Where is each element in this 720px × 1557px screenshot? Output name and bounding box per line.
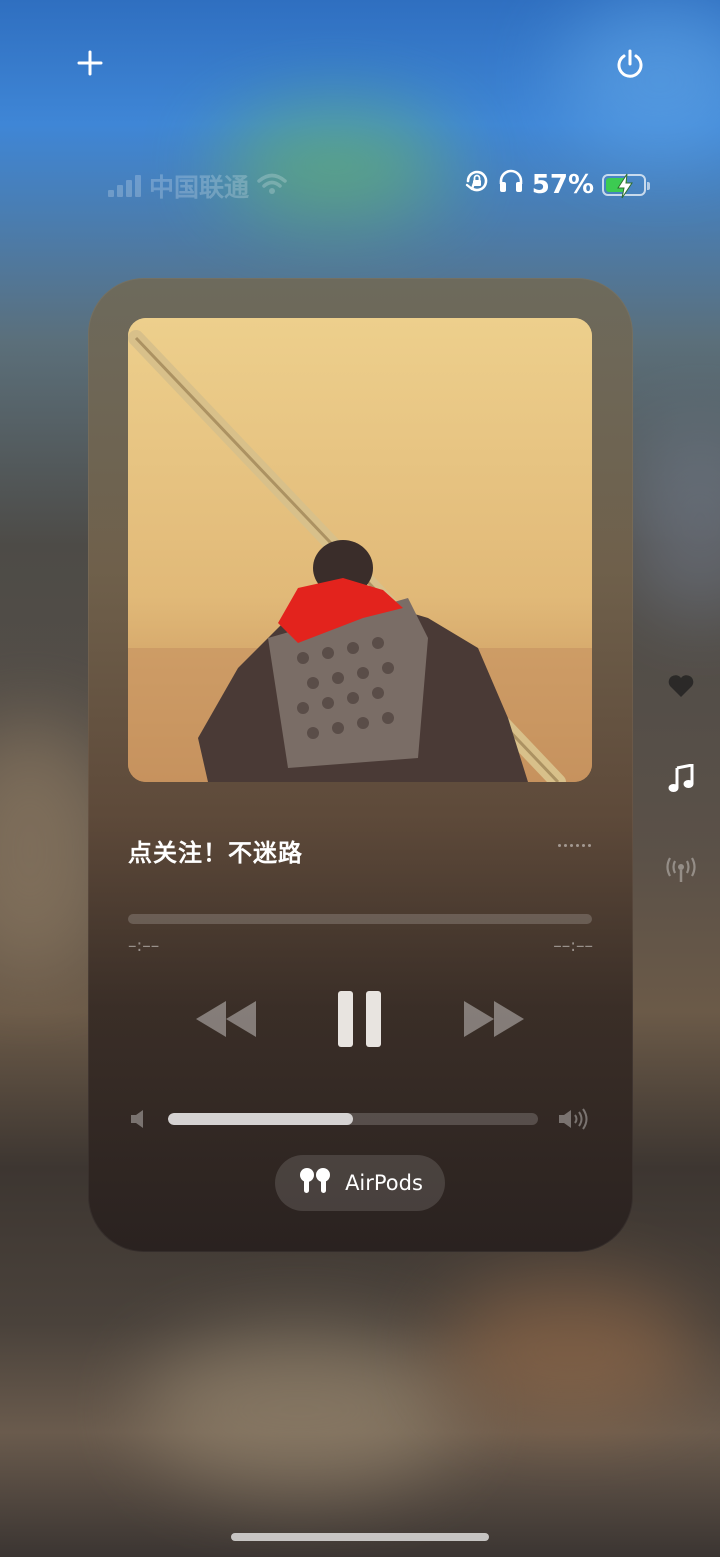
plus-icon[interactable] [70, 43, 110, 83]
album-artwork[interactable] [128, 318, 592, 782]
home-indicator[interactable] [231, 1533, 489, 1541]
carrier-name: 中国联通 [149, 173, 250, 202]
elapsed-time: –:–– [128, 936, 160, 956]
fast-forward-icon[interactable] [456, 990, 532, 1048]
signal-bars-icon [108, 175, 141, 197]
music-note-icon[interactable] [660, 758, 702, 800]
power-icon[interactable] [610, 44, 650, 84]
headphones-icon [498, 168, 524, 201]
track-title: 点关注！不迷路 [128, 839, 303, 867]
status-indicators: 57% [464, 168, 650, 201]
rotation-lock-icon [464, 168, 490, 201]
playback-progress-bar[interactable] [128, 914, 592, 924]
now-playing-card: 点关注！不迷路 –:–– ––:–– AirPods [88, 278, 633, 1252]
broadcast-icon[interactable] [660, 849, 702, 891]
rewind-icon[interactable] [188, 990, 264, 1048]
pause-icon[interactable] [328, 984, 392, 1054]
volume-low-icon [126, 1104, 150, 1134]
audio-route-label: AirPods [345, 1171, 423, 1195]
charging-bolt-icon [616, 173, 634, 206]
heart-icon[interactable] [660, 665, 702, 707]
audio-route-button[interactable]: AirPods [275, 1155, 445, 1211]
status-bar: 中国联通 57% [100, 168, 660, 208]
airpods-icon [297, 1167, 333, 1200]
volume-slider[interactable] [168, 1113, 538, 1125]
battery-icon [602, 173, 650, 198]
carrier-group: 中国联通 [108, 168, 287, 204]
remaining-time: ––:–– [553, 936, 593, 956]
wifi-icon [257, 172, 287, 201]
more-options-icon[interactable] [558, 844, 591, 847]
battery-percent: 57% [531, 169, 594, 200]
volume-high-icon [554, 1104, 594, 1134]
